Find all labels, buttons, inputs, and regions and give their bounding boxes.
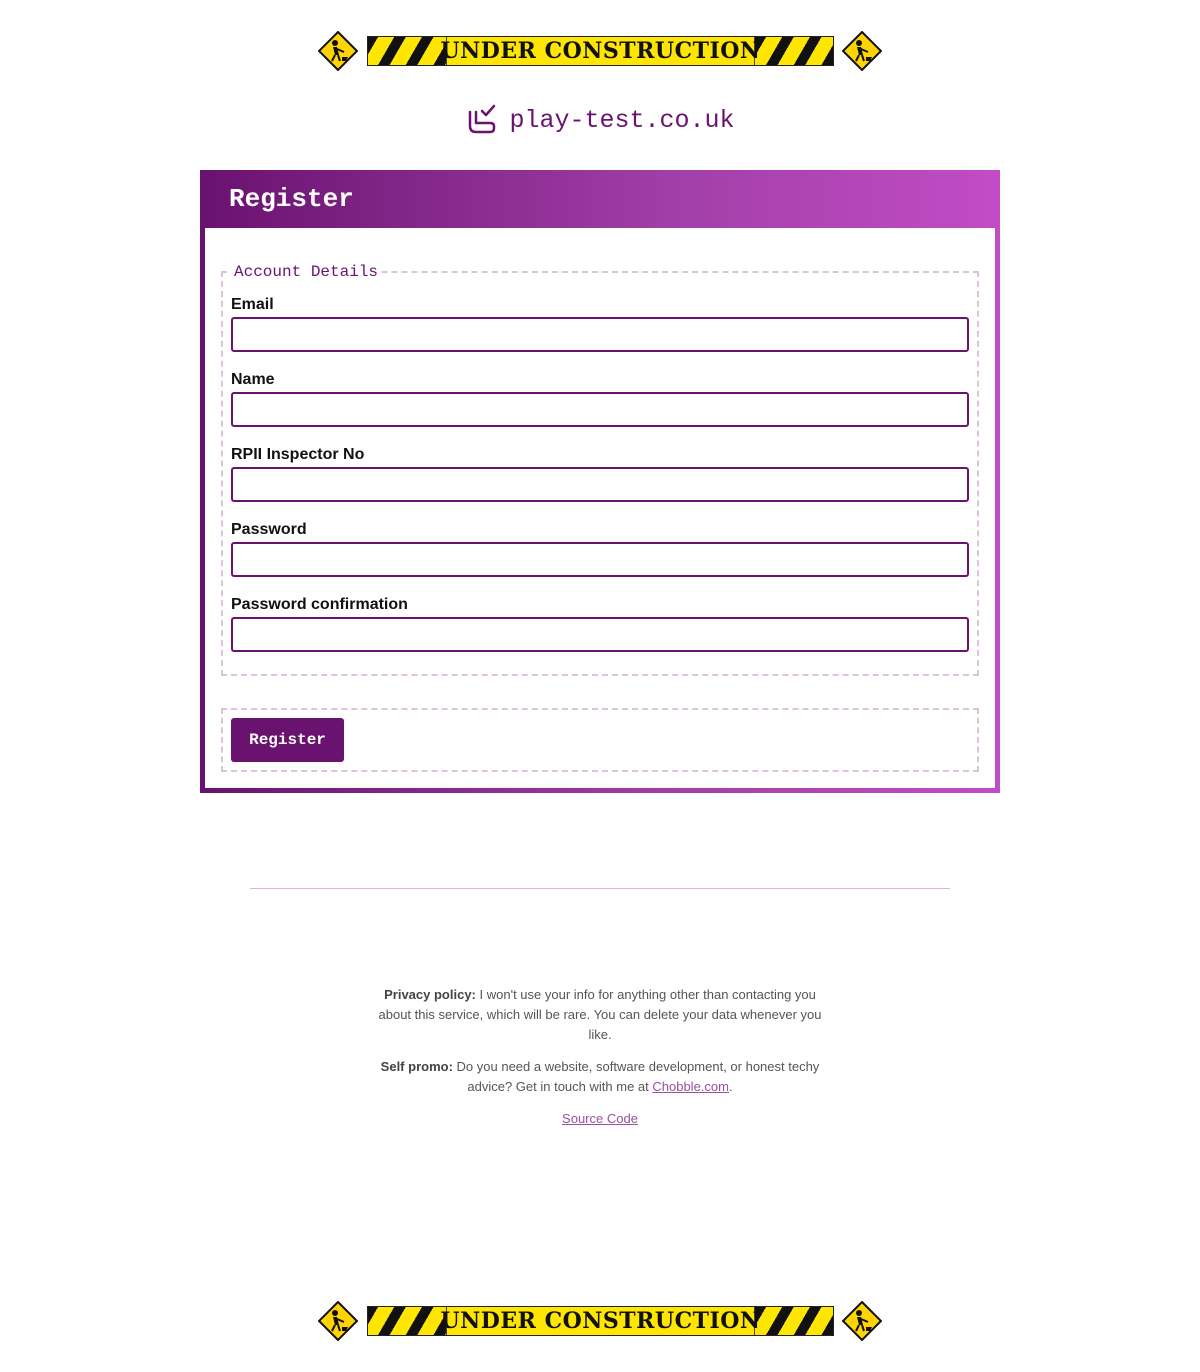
under-construction-bottom: UNDER CONSTRUCTION (318, 1301, 882, 1341)
seat-check-icon (469, 104, 496, 134)
inspector-no-group: RPII Inspector No (231, 445, 969, 502)
site-brand[interactable]: play-test.co.uk (0, 103, 1200, 137)
register-card: Register Account Details Email Name RPII… (200, 170, 1000, 793)
email-field[interactable] (231, 317, 969, 352)
chobble-link[interactable]: Chobble.com (652, 1079, 729, 1094)
source-code: Source Code (370, 1109, 830, 1129)
fieldset-legend: Account Details (231, 262, 382, 282)
construction-worker-icon (842, 31, 882, 71)
name-label: Name (231, 371, 275, 388)
privacy-policy: Privacy policy: I won't use your info fo… (370, 985, 830, 1045)
construction-worker-icon (318, 1301, 358, 1341)
name-field[interactable] (231, 392, 969, 427)
card-title: Register (229, 184, 354, 214)
card-body: Account Details Email Name RPII Inspecto… (205, 228, 995, 788)
source-code-link[interactable]: Source Code (562, 1111, 638, 1126)
password-confirmation-label: Password confirmation (231, 596, 408, 613)
register-button[interactable]: Register (231, 718, 344, 762)
password-label: Password (231, 521, 307, 538)
inspector-no-field[interactable] (231, 467, 969, 502)
site-name: play-test.co.uk (509, 105, 735, 135)
footer-divider (250, 888, 950, 889)
construction-stripe-banner: UNDER CONSTRUCTION (367, 1306, 834, 1336)
email-label: Email (231, 296, 274, 313)
password-confirmation-group: Password confirmation (231, 595, 969, 652)
account-details-fieldset: Account Details Email Name RPII Inspecto… (221, 262, 979, 676)
inspector-no-label: RPII Inspector No (231, 446, 365, 463)
self-promo: Self promo: Do you need a website, softw… (370, 1057, 830, 1097)
construction-stripe-banner: UNDER CONSTRUCTION (367, 36, 834, 66)
promo-label: Self promo: (380, 1059, 453, 1074)
promo-text: Do you need a website, software developm… (456, 1059, 820, 1094)
construction-worker-icon (842, 1301, 882, 1341)
form-actions: Register (221, 708, 979, 772)
under-construction-text: UNDER CONSTRUCTION (440, 1307, 761, 1335)
construction-worker-icon (318, 31, 358, 71)
password-confirmation-field[interactable] (231, 617, 969, 652)
password-group: Password (231, 520, 969, 577)
under-construction-top: UNDER CONSTRUCTION (318, 31, 882, 71)
promo-end: . (728, 1079, 733, 1094)
under-construction-text: UNDER CONSTRUCTION (440, 37, 761, 65)
password-field[interactable] (231, 542, 969, 577)
email-group: Email (231, 295, 969, 352)
name-group: Name (231, 370, 969, 427)
privacy-label: Privacy policy: (384, 987, 476, 1002)
